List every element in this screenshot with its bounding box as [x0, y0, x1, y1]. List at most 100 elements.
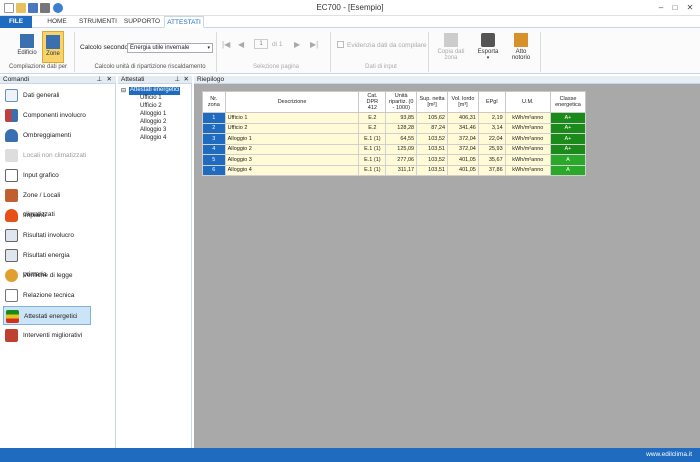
tab-file[interactable]: FILE	[0, 16, 32, 28]
cell-um[interactable]: kWh/m²anno	[504, 164, 551, 176]
cell-nr[interactable]: 6	[202, 164, 226, 176]
cell-ep[interactable]: 22,04	[477, 133, 506, 145]
tree-item[interactable]: Alloggio 2	[140, 119, 166, 127]
maximize-icon[interactable]: □	[668, 2, 682, 13]
copia-dati-button[interactable]: Copia dati zona	[436, 33, 466, 61]
cell-unita[interactable]: 128,28	[385, 122, 418, 134]
cmd-dati-generali[interactable]: Dati generali	[3, 86, 91, 105]
cell-nr[interactable]: 5	[202, 154, 226, 166]
evidenzia-checkbox[interactable]	[337, 41, 344, 48]
cell-unita[interactable]: 277,06	[385, 154, 418, 166]
prev-page-icon[interactable]: ◀	[238, 40, 244, 49]
cell-um[interactable]: kWh/m²anno	[504, 122, 551, 134]
tree-item[interactable]: Ufficio 1	[140, 95, 162, 103]
table-row[interactable]: 1 Ufficio 1 E.2 93,85 105,62 406,31 2,19…	[202, 112, 587, 124]
collapse-icon[interactable]: ⊟	[121, 87, 126, 94]
cell-sup[interactable]: 103,52	[416, 133, 448, 145]
cmd-componenti-involucro[interactable]: Componenti involucro	[3, 106, 91, 125]
tab-home[interactable]: HOME	[40, 16, 74, 28]
cmd-impianti[interactable]: Impianti	[3, 206, 91, 225]
cell-vol[interactable]: 372,04	[447, 143, 479, 155]
cell-classe[interactable]: A	[549, 164, 587, 176]
cell-sup[interactable]: 103,51	[416, 164, 448, 176]
cmd-interventi-migliorativi[interactable]: Interventi migliorativi	[3, 326, 91, 345]
cmd-zone-locali[interactable]: Zone / Locali climatizzati	[3, 186, 91, 218]
next-page-icon[interactable]: ▶	[294, 40, 300, 49]
pin-icon[interactable]: ⊥	[174, 76, 180, 84]
cell-um[interactable]: kWh/m²anno	[504, 143, 551, 155]
cell-unita[interactable]: 93,85	[385, 112, 418, 124]
cmd-risultati-energia[interactable]: Risultati energia primaria	[3, 246, 91, 278]
zone-button[interactable]: Zone	[42, 31, 64, 63]
cmd-ombreggiamenti[interactable]: Ombreggiamenti	[3, 126, 91, 145]
cell-unita[interactable]: 125,09	[385, 143, 418, 155]
cell-um[interactable]: kWh/m²anno	[504, 112, 551, 124]
esporta-button[interactable]: Esporta ▾	[474, 33, 502, 61]
cell-sup[interactable]: 105,62	[416, 112, 448, 124]
cell-nr[interactable]: 2	[202, 122, 226, 134]
table-row[interactable]: 3 Alloggio 1 E.1 (1) 64,55 103,52 372,04…	[202, 133, 587, 145]
last-page-icon[interactable]: ▶|	[310, 40, 318, 49]
minimize-icon[interactable]: –	[654, 2, 668, 13]
table-row[interactable]: 5 Alloggio 3 E.1 (1) 277,06 103,52 401,0…	[202, 154, 587, 166]
cell-desc[interactable]: Alloggio 2	[224, 143, 360, 155]
cell-ep[interactable]: 2,19	[477, 112, 506, 124]
cmd-locali-non-climatizzati[interactable]: Locali non climatizzati	[3, 146, 91, 165]
table-row[interactable]: 6 Alloggio 4 E.1 (1) 311,17 103,51 401,0…	[202, 164, 587, 176]
atto-notorio-button[interactable]: Atto notorio	[506, 33, 536, 61]
cmd-risultati-involucro[interactable]: Risultati involucro	[3, 226, 91, 245]
edificio-button[interactable]: Edificio	[14, 34, 40, 56]
tree-item[interactable]: Alloggio 4	[140, 135, 166, 143]
cell-vol[interactable]: 372,04	[447, 133, 479, 145]
cell-unita[interactable]: 64,55	[385, 133, 418, 145]
page-number-input[interactable]: 1	[254, 39, 268, 49]
cmd-input-grafico[interactable]: Input grafico	[3, 166, 91, 185]
tab-strumenti[interactable]: STRUMENTI	[76, 16, 120, 28]
cell-um[interactable]: kWh/m²anno	[504, 133, 551, 145]
cell-nr[interactable]: 4	[202, 143, 226, 155]
cell-um[interactable]: kWh/m²anno	[504, 154, 551, 166]
tree-item[interactable]: Ufficio 2	[140, 103, 162, 111]
cell-vol[interactable]: 406,31	[447, 112, 479, 124]
cell-sup[interactable]: 87,24	[416, 122, 448, 134]
cell-ep[interactable]: 3,14	[477, 122, 506, 134]
cell-classe[interactable]: A+	[549, 143, 587, 155]
cell-ep[interactable]: 25,93	[477, 143, 506, 155]
cell-nr[interactable]: 1	[202, 112, 226, 124]
cell-vol[interactable]: 401,05	[447, 164, 479, 176]
close-icon[interactable]: ✕	[107, 76, 112, 84]
cmd-relazione-tecnica[interactable]: Relazione tecnica	[3, 286, 91, 305]
cell-classe[interactable]: A+	[549, 133, 587, 145]
cell-desc[interactable]: Alloggio 1	[224, 133, 360, 145]
table-row[interactable]: 2 Ufficio 2 E.2 128,28 87,24 341,46 3,14…	[202, 122, 587, 134]
tree-item[interactable]: Alloggio 3	[140, 127, 166, 135]
cmd-verifiche-legge[interactable]: Verifiche di legge	[3, 266, 91, 285]
cell-cat[interactable]: E.1 (1)	[358, 143, 387, 155]
first-page-icon[interactable]: |◀	[222, 40, 230, 49]
cell-desc[interactable]: Ufficio 2	[224, 122, 360, 134]
calcolo-select[interactable]: Energia utile invernale ▾	[127, 43, 213, 53]
tab-attestati[interactable]: ATTESTATI	[164, 16, 204, 28]
cell-cat[interactable]: E.1 (1)	[358, 133, 387, 145]
cell-nr[interactable]: 3	[202, 133, 226, 145]
cell-ep[interactable]: 35,67	[477, 154, 506, 166]
cell-sup[interactable]: 103,52	[416, 154, 448, 166]
cell-cat[interactable]: E.1 (1)	[358, 154, 387, 166]
tree-item[interactable]: Alloggio 1	[140, 111, 166, 119]
close-icon[interactable]: ✕	[683, 2, 697, 13]
close-icon[interactable]: ✕	[184, 76, 189, 84]
cell-ep[interactable]: 37,86	[477, 164, 506, 176]
tab-supporto[interactable]: SUPPORTO	[122, 16, 162, 28]
cell-classe[interactable]: A	[549, 154, 587, 166]
cell-vol[interactable]: 401,05	[447, 154, 479, 166]
cell-classe[interactable]: A+	[549, 122, 587, 134]
cell-desc[interactable]: Alloggio 3	[224, 154, 360, 166]
cell-desc[interactable]: Ufficio 1	[224, 112, 360, 124]
cell-cat[interactable]: E.1 (1)	[358, 164, 387, 176]
cmd-attestati-energetici[interactable]: Attestati energetici	[3, 306, 91, 325]
cell-cat[interactable]: E.2	[358, 122, 387, 134]
pin-icon[interactable]: ⊥	[96, 76, 102, 84]
cell-desc[interactable]: Alloggio 4	[224, 164, 360, 176]
cell-unita[interactable]: 311,17	[385, 164, 418, 176]
cell-cat[interactable]: E.2	[358, 112, 387, 124]
